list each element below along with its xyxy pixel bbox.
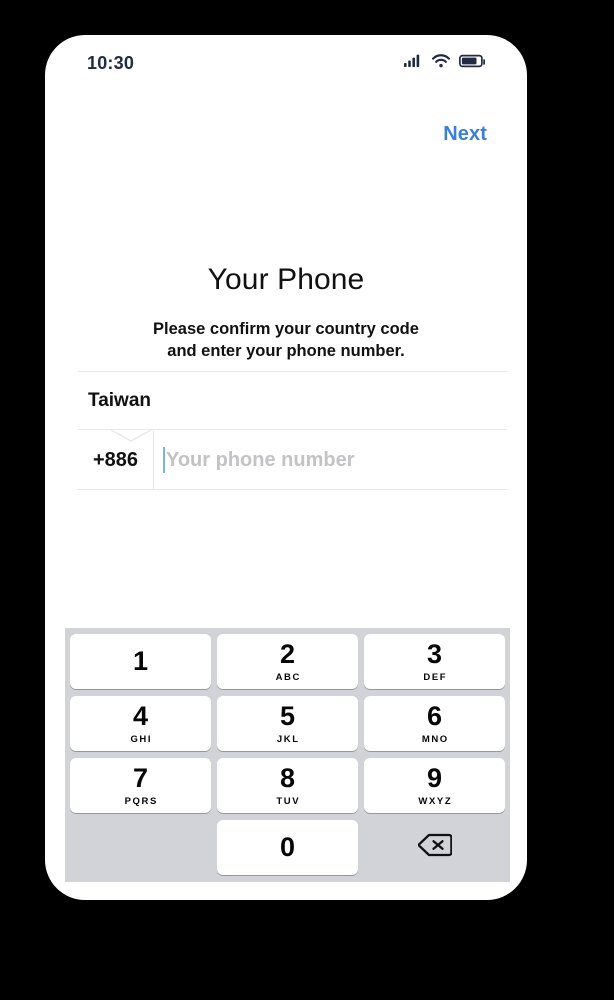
key-digit: 9 xyxy=(426,762,443,793)
key-digit: 5 xyxy=(279,700,296,731)
key-letters: DEF xyxy=(423,671,448,683)
country-selector-row[interactable]: Taiwan xyxy=(78,372,507,429)
key-letters: MNO xyxy=(421,733,449,745)
key-letters: WXYZ xyxy=(418,795,453,807)
key-digit: 0 xyxy=(279,832,296,862)
key-9[interactable]: 9 WXYZ xyxy=(364,758,505,813)
key-1[interactable]: 1 xyxy=(70,634,211,689)
key-letters: PQRS xyxy=(124,795,158,807)
wifi-icon xyxy=(432,53,450,73)
status-bar-icons xyxy=(404,53,487,73)
phone-number-input[interactable] xyxy=(165,448,507,472)
key-2[interactable]: 2 ABC xyxy=(217,634,358,689)
status-bar-time: 10:30 xyxy=(87,52,135,73)
next-button[interactable]: Next xyxy=(443,119,487,149)
backspace-delete-icon xyxy=(417,833,453,862)
divider-bottom xyxy=(78,489,507,490)
signal-icon xyxy=(404,54,423,73)
key-5[interactable]: 5 JKL xyxy=(217,696,358,751)
country-name-value: Taiwan xyxy=(88,389,151,411)
key-3[interactable]: 3 DEF xyxy=(364,634,505,689)
keypad-row-4: 0 xyxy=(70,820,505,875)
chevron-down-icon xyxy=(111,429,151,442)
key-letters: JKL xyxy=(276,733,300,745)
key-8[interactable]: 8 TUV xyxy=(217,758,358,813)
keypad-row-3: 7 PQRS 8 TUV 9 WXYZ xyxy=(70,758,505,813)
key-digit: 7 xyxy=(132,762,149,793)
key-letters: ABC xyxy=(275,671,301,683)
text-caret xyxy=(163,447,165,473)
key-digit: 2 xyxy=(279,638,296,669)
phone-input-wrapper[interactable] xyxy=(154,431,507,489)
key-4[interactable]: 4 GHI xyxy=(70,696,211,751)
key-letters: TUV xyxy=(276,795,301,807)
key-0[interactable]: 0 xyxy=(217,820,358,875)
key-7[interactable]: 7 PQRS xyxy=(70,758,211,813)
page-subtitle-line-1: Please confirm your country code xyxy=(153,320,419,338)
key-letters: GHI xyxy=(130,733,153,745)
keypad-empty-slot xyxy=(70,820,211,875)
battery-icon xyxy=(459,54,487,73)
key-digit: 4 xyxy=(132,700,149,731)
keypad-row-2: 4 GHI 5 JKL 6 MNO xyxy=(70,696,505,751)
page-subtitle-line-2: and enter your phone number. xyxy=(167,342,405,360)
keypad-row-1: 1 2 ABC 3 DEF xyxy=(70,634,505,689)
numeric-keypad: 1 2 ABC 3 DEF 4 GHI 5 JKL 6 MNO 7 PQRS 8… xyxy=(65,628,510,882)
page-subtitle: Please confirm your country code and ent… xyxy=(45,318,527,362)
key-digit: 8 xyxy=(279,762,296,793)
key-6[interactable]: 6 MNO xyxy=(364,696,505,751)
page-title: Your Phone xyxy=(207,263,365,296)
key-digit: 6 xyxy=(426,700,443,731)
phone-form: Taiwan +886 xyxy=(78,371,507,490)
key-digit: 3 xyxy=(426,638,443,669)
nav-bar: Next xyxy=(45,119,527,149)
status-bar: 10:30 xyxy=(45,35,527,91)
phone-device-frame: 10:30 Next Your Phone Please confirm you… xyxy=(45,35,527,900)
key-digit: 1 xyxy=(132,646,149,676)
key-delete[interactable] xyxy=(364,820,505,875)
